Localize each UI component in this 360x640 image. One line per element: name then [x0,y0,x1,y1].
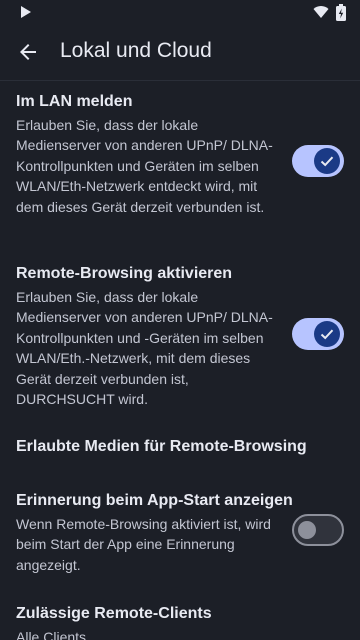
settings-screen: Lokal und Cloud Im LAN melden Erlauben S… [0,0,360,640]
setting-remote-browsing[interactable]: Remote-Browsing aktivieren Erlauben Sie,… [0,265,360,407]
battery-icon [336,4,346,26]
setting-allowed-clients[interactable]: Zulässige Remote-Clients Alle Clients [0,605,360,640]
toggle-thumb [314,148,340,174]
page-title: Lokal und Cloud [60,39,212,62]
setting-announce-lan[interactable]: Im LAN melden Erlauben Sie, dass der lok… [0,93,360,235]
setting-description: Wenn Remote-Browsing aktiviert ist, wird… [16,516,271,573]
startup-reminder-toggle[interactable] [292,514,344,546]
setting-label: Erinnerung beim App-Start anzeigen [16,492,293,509]
toggle-thumb [298,521,316,539]
arrow-back-icon[interactable] [16,40,40,64]
app-bar: Lokal und Cloud [0,24,360,80]
setting-description: Erlauben Sie, dass der lokale Medienserv… [16,289,273,408]
check-icon [320,156,334,167]
setting-label: Erlaubte Medien für Remote-Browsing [16,438,307,455]
setting-startup-reminder[interactable]: Erinnerung beim App-Start anzeigen Wenn … [0,492,360,576]
check-icon [320,329,334,340]
setting-label: Remote-Browsing aktivieren [16,265,233,282]
setting-description: Erlauben Sie, dass der lokale Medienserv… [16,117,273,215]
play-icon [20,5,32,24]
toggle-thumb [314,321,340,347]
setting-allowed-media[interactable]: Erlaubte Medien für Remote-Browsing [0,438,360,462]
setting-label: Im LAN melden [16,93,133,110]
setting-label: Zulässige Remote-Clients [16,605,212,622]
status-bar [0,0,360,24]
remote-browsing-toggle[interactable] [292,318,344,350]
announce-lan-toggle[interactable] [292,145,344,177]
app-bar-divider [0,80,360,81]
wifi-icon [313,5,329,24]
setting-value: Alle Clients [16,629,87,640]
